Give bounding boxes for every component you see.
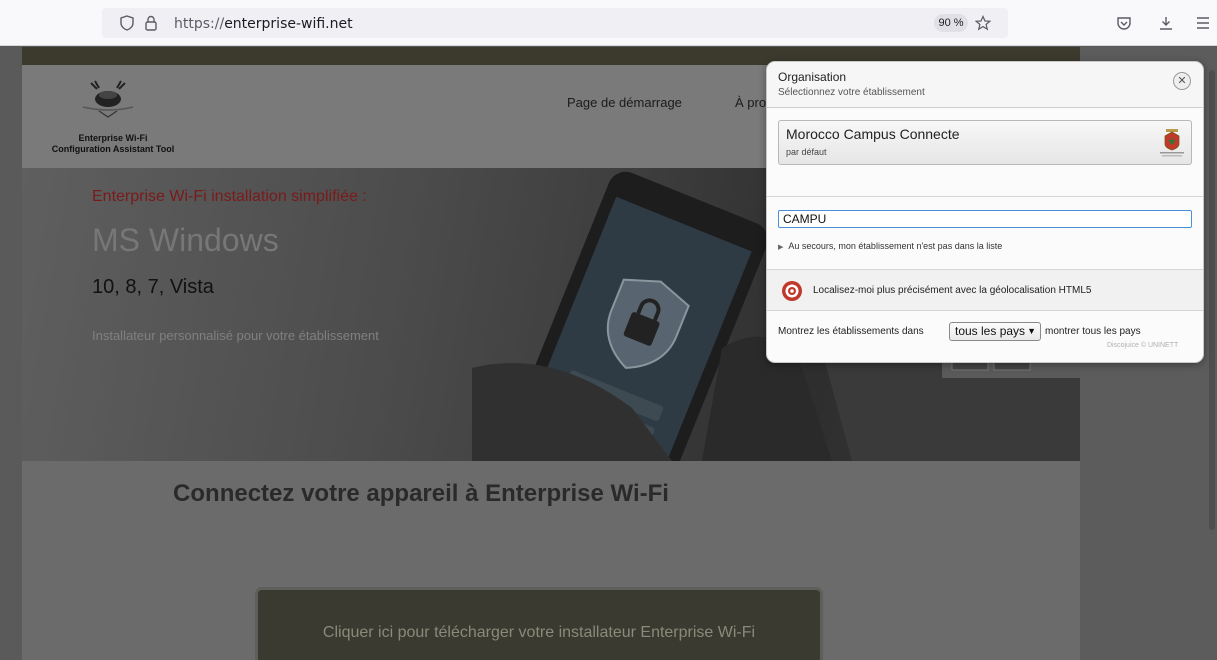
shield-icon[interactable] — [118, 14, 136, 32]
show-all-countries-link[interactable]: montrer tous les pays — [1045, 326, 1141, 337]
scrollbar[interactable] — [1209, 70, 1215, 530]
target-location-icon — [782, 281, 802, 301]
downloads-icon[interactable] — [1157, 14, 1175, 32]
triangle-right-icon: ▶ — [778, 244, 784, 251]
dialog-header: Organisation Sélectionnez votre établiss… — [767, 62, 1203, 108]
organisation-search-input[interactable] — [778, 210, 1192, 228]
help-link-text: Au secours, mon établissement n'est pas … — [788, 241, 1003, 251]
hero-subtitle: Installateur personnalisé pour votre éta… — [92, 328, 379, 343]
org-default-label: par défaut — [786, 147, 827, 157]
country-select[interactable]: tous les pays ▼ — [949, 322, 1041, 341]
download-label: Cliquer ici pour télécharger votre insta… — [322, 624, 756, 641]
country-filter-label: Montrez les établissements dans — [778, 326, 924, 337]
logo-subtitle: Configuration Assistant Tool — [51, 144, 175, 154]
close-icon[interactable]: ✕ — [1173, 72, 1191, 90]
help-not-listed-link[interactable]: ▶ Au secours, mon établissement n'est pas… — [778, 241, 1002, 251]
dialog-subtitle: Sélectionnez votre établissement — [778, 87, 925, 98]
hero-versions: 10, 8, 7, Vista — [92, 276, 214, 298]
connect-title: Connectez votre appareil à Enterprise Wi… — [173, 480, 669, 507]
hero-os: MS Windows — [92, 222, 279, 258]
hero-title: Enterprise Wi-Fi installation simplifiée… — [92, 188, 367, 205]
url-scheme: https:// — [174, 16, 225, 32]
nav-about[interactable]: À pro — [735, 95, 766, 110]
chevron-down-icon: ▼ — [1027, 326, 1036, 336]
geolocation-row[interactable]: Localisez-moi plus précisément avec la g… — [767, 269, 1203, 311]
zoom-level[interactable]: 90 % — [934, 14, 968, 32]
pocket-icon[interactable] — [1115, 14, 1133, 32]
country-selected-value: tous les pays — [955, 324, 1026, 338]
dialog-title: Organisation — [778, 70, 847, 84]
download-installer-button[interactable]: Cliquer ici pour télécharger votre insta… — [258, 590, 820, 660]
lock-icon[interactable] — [142, 14, 160, 32]
logo-title: Enterprise Wi-Fi — [78, 133, 148, 143]
nav-home[interactable]: Page de démarrage — [567, 95, 682, 110]
org-crest-icon — [1160, 129, 1184, 157]
url-text[interactable]: https://enterprise-wifi.net — [174, 16, 353, 32]
url-host: enterprise-wifi.net — [224, 16, 353, 32]
wifi-cat-logo-icon — [82, 80, 134, 118]
organisation-dialog: Organisation Sélectionnez votre établiss… — [766, 61, 1204, 363]
site-logo[interactable]: Enterprise Wi-Fi Configuration Assistant… — [22, 65, 192, 168]
separator — [767, 196, 1203, 197]
credit-text: Discojuice © UNINETT — [1107, 342, 1179, 349]
browser-toolbar: https://enterprise-wifi.net 90 % — [0, 0, 1217, 46]
hamburger-menu-icon[interactable] — [1194, 14, 1212, 32]
geolocation-text: Localisez-moi plus précisément avec la g… — [813, 285, 1092, 296]
url-bar[interactable]: https://enterprise-wifi.net 90 % — [102, 8, 1008, 38]
star-bookmark-icon[interactable] — [974, 14, 992, 32]
org-name: Morocco Campus Connecte — [786, 126, 960, 142]
org-option-default[interactable]: Morocco Campus Connecte par défaut — [778, 120, 1192, 165]
